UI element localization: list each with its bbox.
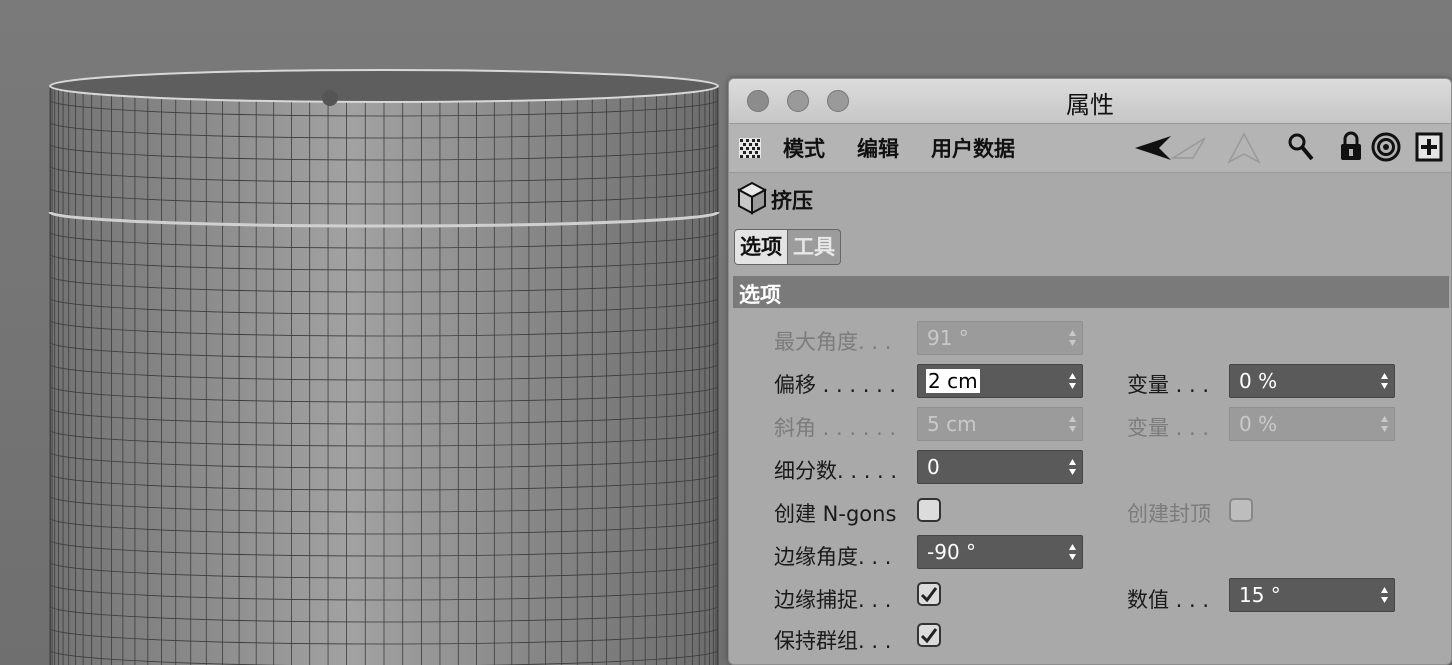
cylinder-rim	[49, 69, 719, 103]
bevel-variation-value: 0 %	[1239, 412, 1278, 436]
edge-snap-label: 边缘捕捉. . .	[774, 588, 892, 612]
section-header: 选项	[733, 276, 1449, 308]
cylinder-mesh	[48, 69, 720, 665]
bevel-label: 斜角 . . . . . .	[774, 416, 897, 440]
subdivision-value: 0	[927, 455, 940, 479]
snap-value-value: 15 °	[1239, 583, 1281, 607]
offset-variation-field[interactable]: 0 %	[1229, 364, 1395, 398]
menu-mode[interactable]: 模式	[783, 133, 825, 163]
menu-edit[interactable]: 编辑	[857, 133, 899, 163]
offset-label: 偏移 . . . . . .	[774, 373, 897, 397]
grid-icon[interactable]	[739, 138, 761, 158]
axis-handle[interactable]	[322, 90, 338, 106]
offset-value[interactable]: 2 cm	[926, 369, 980, 393]
menubar: 模式 编辑 用户数据	[729, 124, 1451, 173]
subdivision-label: 细分数. . . . .	[774, 459, 898, 483]
object-name: 挤压	[771, 189, 813, 213]
caps-checkbox[interactable]	[1229, 498, 1253, 522]
max-angle-field[interactable]: 91 °	[917, 321, 1083, 355]
stepper-icon[interactable]	[1068, 372, 1077, 390]
window-title: 属性	[1066, 91, 1114, 119]
tab-bar: 选项 工具	[734, 229, 841, 265]
offset-field[interactable]: 2 cm	[917, 364, 1083, 398]
titlebar: 属性	[729, 79, 1451, 124]
tab-options[interactable]: 选项	[735, 230, 788, 264]
menu-user-data[interactable]: 用户数据	[931, 133, 1015, 163]
stepper-icon[interactable]	[1068, 415, 1077, 433]
stepper-icon[interactable]	[1068, 543, 1077, 561]
stepper-icon[interactable]	[1380, 586, 1389, 604]
bevel-value: 5 cm	[927, 412, 977, 436]
checkmark-icon	[920, 628, 938, 644]
forward-arrow-icon[interactable]	[1169, 136, 1209, 160]
stepper-icon[interactable]	[1068, 458, 1077, 476]
cube-icon	[737, 181, 767, 215]
snap-value-label: 数值 . . .	[1127, 588, 1210, 612]
subdivision-field[interactable]: 0	[917, 450, 1083, 484]
lock-icon[interactable]	[1339, 130, 1363, 162]
stepper-icon[interactable]	[1380, 415, 1389, 433]
ngons-checkbox[interactable]	[917, 498, 941, 522]
target-icon[interactable]	[1371, 132, 1401, 162]
section-title: 选项	[739, 283, 781, 307]
offset-variation-value: 0 %	[1239, 369, 1278, 393]
offset-variation-label: 变量 . . .	[1127, 373, 1210, 397]
stepper-icon[interactable]	[1068, 329, 1077, 347]
max-angle-label: 最大角度. . .	[774, 330, 892, 354]
max-angle-value: 91 °	[927, 326, 969, 350]
bevel-variation-label: 变量 . . .	[1127, 416, 1210, 440]
edge-snap-checkbox[interactable]	[917, 582, 941, 606]
add-panel-icon[interactable]	[1415, 132, 1443, 162]
edge-angle-label: 边缘角度. . .	[774, 545, 892, 569]
ngons-label: 创建 N-gons	[774, 502, 897, 526]
edge-angle-value: -90 °	[927, 540, 977, 564]
stepper-icon[interactable]	[1380, 372, 1389, 390]
caps-label: 创建封顶	[1127, 502, 1211, 526]
search-icon[interactable]	[1287, 132, 1315, 162]
bevel-variation-field[interactable]: 0 %	[1229, 407, 1395, 441]
keep-groups-checkbox[interactable]	[917, 623, 941, 647]
checkmark-icon	[920, 587, 938, 603]
snap-value-field[interactable]: 15 °	[1229, 578, 1395, 612]
keep-groups-label: 保持群组. . .	[774, 629, 892, 653]
attributes-panel: 属性 模式 编辑 用户数据 挤压 选项 工具 选项 最大角度. . . 91 °…	[728, 78, 1452, 665]
edge-angle-field[interactable]: -90 °	[917, 535, 1083, 569]
object-header: 挤压	[729, 175, 1451, 225]
up-arrow-icon[interactable]	[1227, 132, 1261, 164]
bevel-field[interactable]: 5 cm	[917, 407, 1083, 441]
tab-tools[interactable]: 工具	[788, 230, 840, 264]
